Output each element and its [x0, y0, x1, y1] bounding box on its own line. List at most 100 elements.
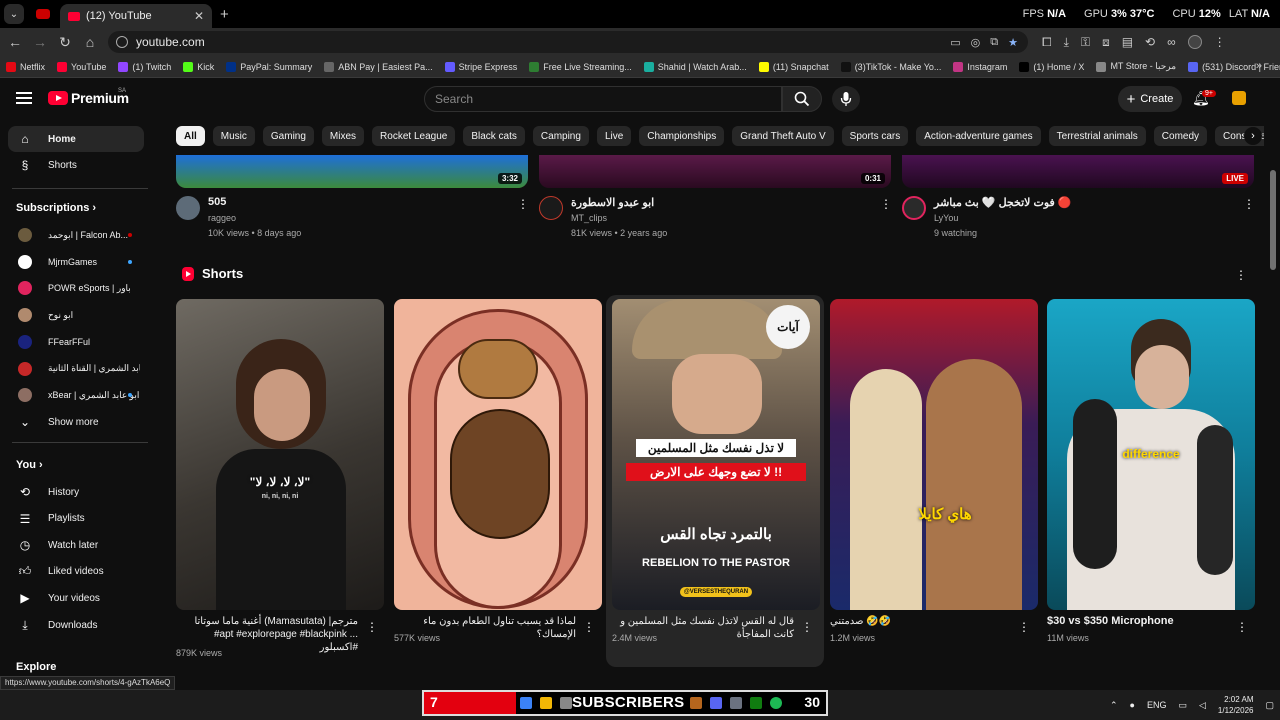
channel-avatar[interactable]: [539, 196, 563, 220]
short-title[interactable]: صدمتني 🤣🤣: [830, 615, 1012, 628]
bookmark-item[interactable]: MT Store - مرحبا: [1096, 61, 1176, 72]
show-more-button[interactable]: ⌄ Show more: [8, 409, 144, 435]
install-icon[interactable]: ⧉: [990, 36, 998, 49]
language-indicator[interactable]: ENG: [1147, 700, 1167, 710]
profile-avatar[interactable]: [1187, 35, 1202, 49]
channel-name[interactable]: LyYou: [934, 213, 958, 223]
tray-mic-icon[interactable]: ●: [1130, 700, 1135, 710]
file-explorer-icon[interactable]: [540, 697, 552, 709]
video-title[interactable]: فوت لاتخجل 🤍 بث مباشر 🔴: [934, 196, 1214, 209]
discord-icon[interactable]: [710, 697, 722, 709]
short-thumbnail[interactable]: هاي كايلا: [830, 299, 1038, 610]
xbox-icon[interactable]: [750, 697, 762, 709]
subscription-item[interactable]: MjrmGames: [8, 249, 144, 275]
new-tab-button[interactable]: +: [220, 6, 229, 23]
bookmark-item[interactable]: Instagram: [953, 61, 1007, 72]
chip-gaming[interactable]: Gaming: [262, 126, 314, 146]
chip-music[interactable]: Music: [212, 126, 255, 146]
bookmark-item[interactable]: Stripe Express: [444, 61, 517, 72]
site-info-icon[interactable]: [116, 36, 128, 48]
sidebar-item-playlists[interactable]: ☰ Playlists: [8, 506, 144, 532]
bookmark-item[interactable]: Kick: [183, 61, 214, 72]
channel-avatar[interactable]: [176, 196, 200, 220]
bookmark-item[interactable]: (1) Twitch: [118, 61, 171, 72]
you-heading[interactable]: You ›: [16, 459, 43, 471]
subscriptions-heading[interactable]: Subscriptions ›: [16, 202, 96, 214]
more-actions-icon[interactable]: ⋮: [880, 197, 892, 211]
chips-next-arrow-icon[interactable]: ›: [1244, 127, 1262, 145]
app-icon[interactable]: [730, 697, 742, 709]
voice-search-button[interactable]: [832, 86, 860, 112]
bookmark-item[interactable]: ABN Pay | Easiest Pa...: [324, 61, 433, 72]
subscription-item[interactable]: ابوحمد | Falcon Ab...: [8, 222, 144, 248]
short-more-actions-icon[interactable]: ⋮: [1236, 620, 1248, 634]
search-button[interactable]: [782, 86, 822, 112]
short-thumbnail[interactable]: [394, 299, 602, 610]
bookmark-item[interactable]: (1) Home / X: [1019, 61, 1084, 72]
sidebar-item-downloads[interactable]: ⤓ Downloads: [8, 612, 144, 638]
video-title[interactable]: ابو عبدو الاسطورة: [571, 196, 851, 209]
bookmark-item[interactable]: Shahid | Watch Arab...: [643, 61, 747, 72]
chip-championships[interactable]: Championships: [639, 126, 725, 146]
bookmark-item[interactable]: (531) Discord | Frien...: [1188, 61, 1280, 72]
bookmark-item[interactable]: (11) Snapchat: [758, 61, 829, 72]
sidebar-item-shorts[interactable]: § Shorts: [8, 152, 144, 178]
bookmark-item[interactable]: YouTube: [57, 61, 106, 72]
chip-sports-cars[interactable]: Sports cars: [841, 126, 909, 146]
bookmark-item[interactable]: (3)TikTok - Make Yo...: [840, 61, 941, 72]
tab-pinned[interactable]: [32, 3, 54, 25]
forward-arrow-icon[interactable]: →: [28, 30, 52, 54]
video-thumbnail[interactable]: 0:31: [539, 155, 891, 188]
shorts-section-menu-icon[interactable]: ⋮: [1235, 268, 1247, 282]
channel-name[interactable]: raggeo: [208, 213, 236, 223]
short-more-actions-icon[interactable]: ⋮: [583, 620, 595, 634]
chip-action-adventure-games[interactable]: Action-adventure games: [916, 126, 1041, 146]
subscription-item[interactable]: FFearFFul: [8, 329, 144, 355]
chip-comedy[interactable]: Comedy: [1153, 126, 1208, 146]
bookmarks-overflow-icon[interactable]: »: [1256, 60, 1262, 72]
taskbar-clock[interactable]: 2:02 AM 1/12/2026: [1218, 694, 1254, 716]
chip-live[interactable]: Live: [596, 126, 632, 146]
page-scrollbar[interactable]: [1270, 170, 1276, 270]
downloads-icon[interactable]: ⤓: [1064, 35, 1069, 50]
sidebar-item-your-videos[interactable]: ▶ Your videos: [8, 585, 144, 611]
video-thumbnail[interactable]: LIVE: [902, 155, 1254, 188]
search-input[interactable]: Search: [424, 86, 782, 112]
cast-icon[interactable]: ▭: [950, 36, 960, 49]
app-icon[interactable]: [690, 697, 702, 709]
hamburger-menu-icon[interactable]: [16, 92, 32, 104]
create-button[interactable]: + Create: [1118, 86, 1182, 112]
sidebar-item-history[interactable]: ⟲ History: [8, 479, 144, 505]
back-arrow-icon[interactable]: ←: [3, 30, 27, 54]
tray-overflow-icon[interactable]: ⌃: [1110, 700, 1118, 711]
chip-camping[interactable]: Camping: [532, 126, 589, 146]
extensions-icon[interactable]: ⧠: [1042, 35, 1052, 50]
youtube-premium-logo[interactable]: Premium: [48, 90, 129, 106]
tab-youtube[interactable]: (12) YouTube ✕: [60, 4, 212, 28]
wallet-icon[interactable]: ▤: [1122, 35, 1133, 49]
bookmark-item[interactable]: Free Live Streaming...: [529, 61, 632, 72]
start-icon[interactable]: [520, 697, 532, 709]
eye-off-icon[interactable]: ◎: [971, 36, 981, 49]
account-avatar[interactable]: [1232, 91, 1246, 105]
subscription-item[interactable]: POWR eSports | باور: [8, 275, 144, 301]
chip-black-cats[interactable]: Black cats: [463, 126, 525, 146]
sidebar-item-watch-later[interactable]: ◷ Watch later: [8, 532, 144, 558]
volume-icon[interactable]: ◁: [1199, 700, 1206, 711]
tab-search-button[interactable]: ⌄: [4, 4, 24, 24]
short-more-actions-icon[interactable]: ⋮: [801, 620, 813, 634]
short-more-actions-icon[interactable]: ⋮: [1018, 620, 1030, 634]
translate-icon[interactable]: ⧈: [1102, 35, 1110, 50]
notifications-icon[interactable]: ▢: [1265, 700, 1274, 711]
channel-name[interactable]: MT_clips: [571, 213, 607, 223]
short-thumbnail[interactable]: "لا، لا، لا، لا" ni, ni, ni, ni: [176, 299, 384, 610]
app-icon[interactable]: [560, 697, 572, 709]
chip-mixes[interactable]: Mixes: [321, 126, 365, 146]
chip-rocket-league[interactable]: Rocket League: [372, 126, 456, 146]
close-tab-icon[interactable]: ✕: [194, 9, 204, 23]
bookmark-star-icon[interactable]: ★: [1008, 36, 1018, 49]
home-button-icon[interactable]: ⌂: [78, 30, 102, 54]
bookmark-item[interactable]: Netflix: [6, 61, 45, 72]
history-toolbar-icon[interactable]: ⟲: [1145, 35, 1155, 49]
chip-terrestrial-animals[interactable]: Terrestrial animals: [1048, 126, 1146, 146]
